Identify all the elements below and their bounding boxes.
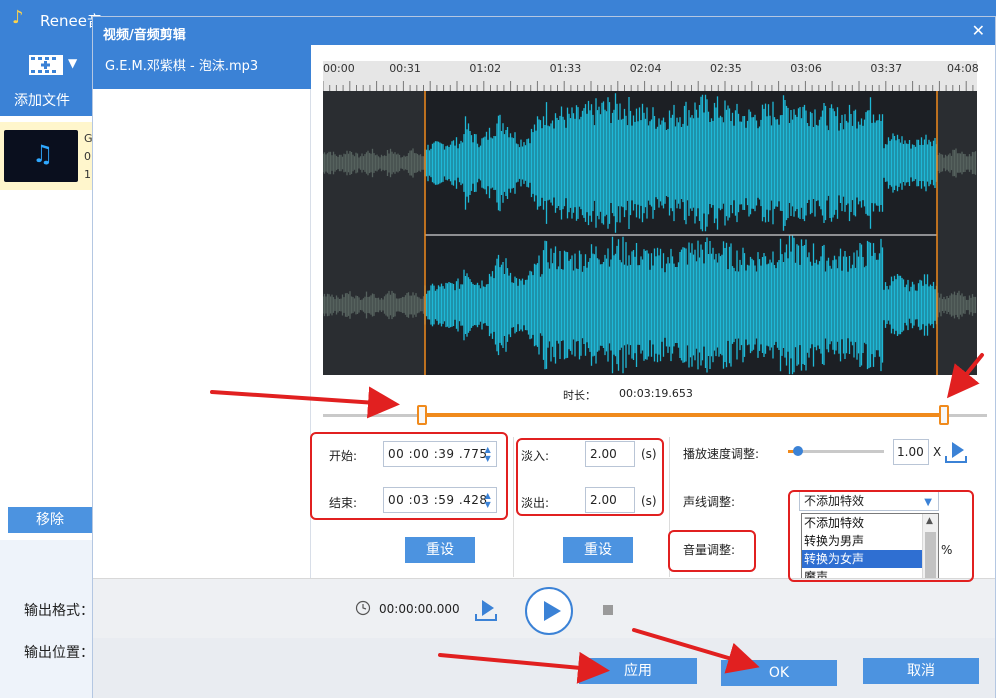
trim-start-handle[interactable]	[417, 405, 427, 425]
play-button[interactable]	[525, 587, 573, 635]
trim-end-handle[interactable]	[939, 405, 949, 425]
music-note-icon: ♪	[12, 7, 24, 28]
close-icon[interactable]: ✕	[972, 21, 985, 40]
panel-divider	[513, 437, 514, 577]
timeline-tick-label: 02:35	[710, 62, 742, 75]
dialog-title-bar: 视频/音频剪辑 ✕	[93, 17, 995, 45]
duration-label: 时长：	[563, 389, 596, 402]
timeline-tick-label: 03:37	[870, 62, 903, 75]
clock-icon	[355, 600, 371, 616]
fade-reset-button[interactable]: 重设	[563, 537, 633, 563]
waveform-canvas	[323, 91, 977, 375]
annotation-box-volume	[668, 530, 756, 572]
duration-value: 00:03:19.653	[619, 387, 693, 400]
annotation-box-fade	[516, 438, 664, 516]
add-file-label: 添加文件	[14, 93, 70, 109]
timeline-tick-label: 03:06	[790, 62, 822, 75]
play-file-icon[interactable]	[473, 597, 499, 623]
play-icon	[544, 601, 561, 621]
trim-reset-button[interactable]: 重设	[405, 537, 475, 563]
trim-range-selected	[423, 413, 943, 417]
file-list-item[interactable]: ♫ G 0 1	[0, 122, 93, 190]
cancel-button[interactable]: 取消	[863, 658, 979, 684]
add-file-button[interactable]: ▼ 添加文件	[0, 38, 92, 116]
speed-label: 播放速度调整:	[683, 447, 760, 461]
dialog-footer	[93, 638, 995, 698]
timeline-tick-label: 01:02	[469, 62, 502, 75]
timeline-tick-label: 04:08	[947, 62, 979, 75]
annotation-box-voice	[788, 490, 974, 582]
speed-input[interactable]: 1.00	[893, 439, 929, 465]
output-format-label: 输出格式：	[24, 603, 94, 619]
ok-button[interactable]: OK	[721, 660, 837, 686]
music-note-icon: ♫	[32, 140, 54, 168]
timeline-tick-label: 00:00	[323, 62, 355, 75]
speed-slider-knob[interactable]	[792, 446, 803, 456]
player-time: 00:00:00.000	[379, 602, 460, 616]
timeline-tick-label: 00:31	[389, 62, 421, 75]
remove-button[interactable]: 移除	[8, 507, 92, 533]
file-thumbnail: ♫	[4, 130, 78, 182]
file-meta-line: 0	[84, 150, 91, 163]
apply-button[interactable]: 应用	[579, 658, 697, 684]
timeline-tick-label: 02:04	[629, 62, 662, 75]
timeline-tick-label: 01:33	[549, 62, 582, 75]
dialog-title: 视频/音频剪辑	[103, 28, 186, 43]
output-location-label: 输出位置：	[24, 645, 94, 661]
clip-file-list: G.E.M.邓紫棋 - 泡沫.mp3	[93, 45, 311, 595]
annotation-box-trim	[310, 432, 508, 520]
play-preview-icon[interactable]	[943, 439, 969, 465]
voice-label: 声线调整:	[683, 495, 736, 509]
speed-unit: X	[933, 445, 942, 459]
waveform-view[interactable]: 00:00 00:31 01:02 01:33 02:04 02:35 03:06 03:37…	[323, 61, 979, 375]
file-meta-line: 1	[84, 168, 91, 181]
chevron-down-icon: ▼	[68, 56, 78, 70]
stop-button[interactable]	[603, 605, 613, 615]
edit-dialog: 视频/音频剪辑 ✕ G.E.M.邓紫棋 - 泡沫.mp3 00:00 00:31 0…	[92, 16, 996, 698]
clip-file-item[interactable]: G.E.M.邓紫棋 - 泡沫.mp3	[93, 45, 311, 89]
timeline-ruler: 00:00 00:31 01:02 01:33 02:04 02:35 03:06 03:37…	[323, 61, 979, 91]
film-add-icon	[29, 55, 63, 75]
